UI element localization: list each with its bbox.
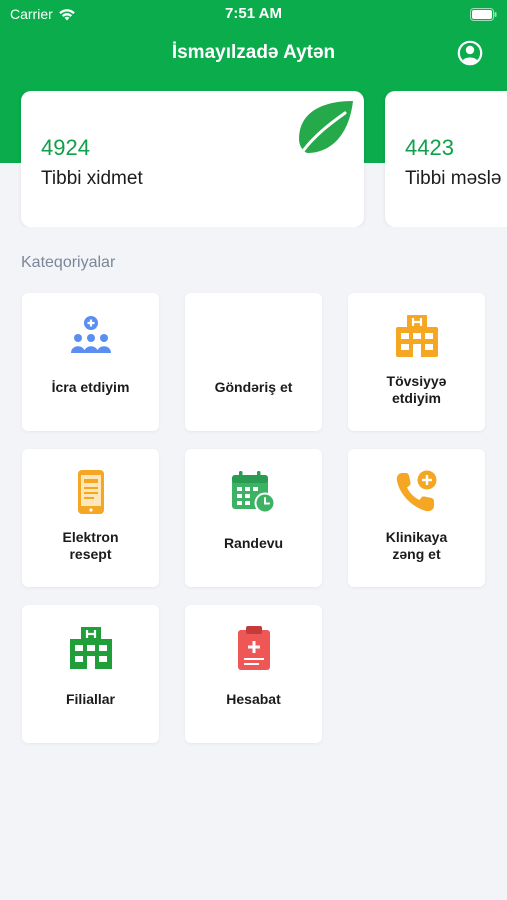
tile-appointment[interactable]: Randevu	[185, 449, 322, 587]
tile-send-referral[interactable]: Göndəriş et	[185, 293, 322, 431]
leaf-icon	[292, 101, 353, 165]
page-title: İsmayılzadə Aytən	[171, 42, 336, 63]
hospital-building-icon	[396, 315, 438, 357]
tile-label: Elektron resept	[62, 529, 119, 562]
stat-value: 4924	[41, 135, 90, 160]
tile-e-prescription[interactable]: Elektron resept	[22, 449, 159, 587]
tile-label: Göndəriş et	[214, 379, 293, 395]
tile-branches[interactable]: Filiallar	[22, 605, 159, 743]
tile-recommended[interactable]: Tövsiyyə etdiyim	[348, 293, 485, 431]
status-bar: Carrier 7:51 AM	[0, 0, 507, 28]
profile-icon[interactable]	[457, 40, 483, 66]
tile-label: İcra etdiyim	[51, 379, 130, 395]
tile-report[interactable]: Hesabat	[185, 605, 322, 743]
tile-label: Hesabat	[226, 691, 281, 707]
hospital-branch-icon	[70, 627, 112, 669]
phone-call-icon	[396, 470, 437, 512]
status-time: 7:51 AM	[225, 5, 282, 22]
clipboard-report-icon	[238, 626, 270, 670]
tile-executed[interactable]: İcra etdiyim	[22, 293, 159, 431]
tile-label: Tövsiyyə etdiyim	[386, 373, 447, 406]
tile-label: Filiallar	[65, 691, 116, 707]
stat-card-consultations[interactable]: 4423 Tibbi məslə	[385, 91, 507, 227]
tile-call-clinic[interactable]: Klinikaya zəng et	[348, 449, 485, 587]
stats-carousel[interactable]: 4924 Tibbi xidmet 4423 Tibbi məslə	[0, 91, 507, 227]
phone-prescription-icon	[78, 470, 104, 514]
battery-icon	[470, 8, 497, 21]
tile-label: Klinikaya zəng et	[385, 529, 448, 562]
calendar-clock-icon	[232, 471, 276, 514]
stat-label: Tibbi xidmet	[41, 168, 143, 189]
stat-label: Tibbi məslə	[405, 168, 502, 189]
people-icon	[71, 316, 111, 353]
stat-value: 4423	[405, 135, 454, 160]
stat-card-services[interactable]: 4924 Tibbi xidmet	[21, 91, 364, 227]
tile-label: Randevu	[223, 535, 284, 551]
categories-heading: Kateqoriyalar	[21, 254, 116, 271]
